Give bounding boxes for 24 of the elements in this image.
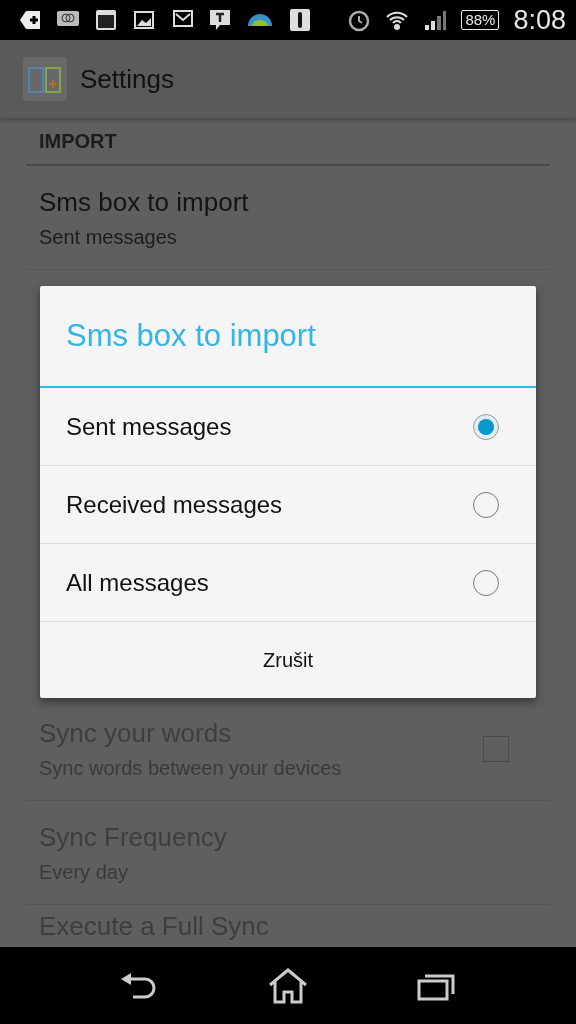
bar-icon <box>288 8 312 32</box>
dialog-title: Sms box to import <box>40 286 536 388</box>
clock: 8:08 <box>513 4 566 36</box>
radio-option[interactable]: Received messages <box>40 466 536 544</box>
image-icon <box>132 8 156 32</box>
radio-button[interactable] <box>473 413 499 440</box>
plus-icon <box>18 8 42 32</box>
section-header: IMPORT <box>26 118 550 166</box>
radio-option[interactable]: Sent messages <box>40 388 536 466</box>
radio-option[interactable]: All messages <box>40 544 536 622</box>
book-icon <box>22 56 68 102</box>
screen-title: Settings <box>80 63 174 95</box>
battery-level: 88% <box>461 10 500 30</box>
cancel-button[interactable]: Zrušit <box>40 622 536 698</box>
preference-title: Sms box to import <box>39 186 249 218</box>
option-label: All messages <box>66 568 209 597</box>
home-icon[interactable] <box>266 966 310 1005</box>
speech-bubble-icon <box>208 8 232 32</box>
calendar-icon <box>94 8 118 32</box>
preference-summary: Sent messages <box>39 225 178 249</box>
option-label: Received messages <box>66 490 283 519</box>
alarm-clock-icon <box>347 8 372 32</box>
signal-icon <box>423 8 448 32</box>
option-label: Sent messages <box>66 412 232 441</box>
